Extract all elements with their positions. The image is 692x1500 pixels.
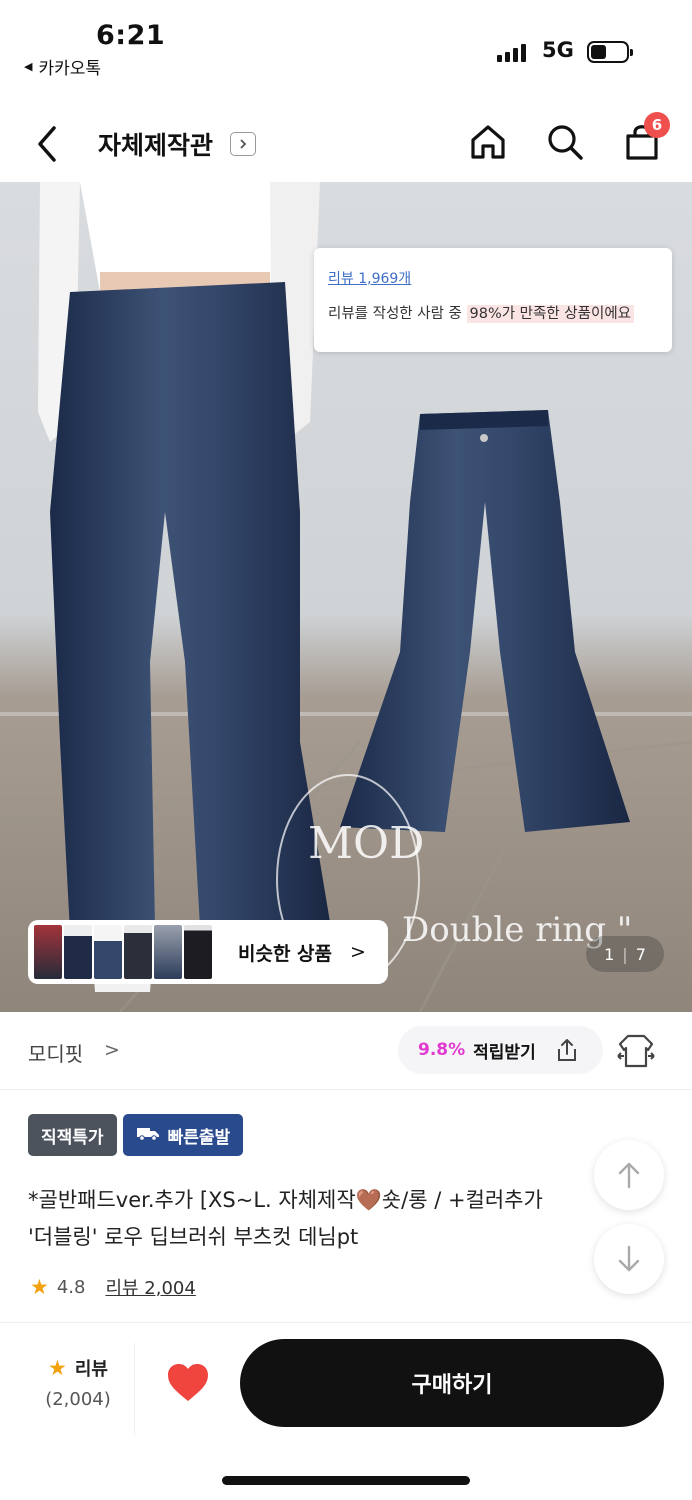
back-triangle-icon: ◀ (24, 60, 33, 73)
arrow-up-icon (618, 1162, 640, 1189)
similar-thumb (124, 925, 152, 979)
rating-row: ★ 4.8 리뷰 2,004 (30, 1274, 196, 1300)
fast-shipping-label: 빠른출발 (167, 1127, 231, 1148)
bottom-action-bar: ★ 리뷰 (2,004) 구매하기 (0, 1322, 692, 1500)
brand-chevron-icon[interactable]: > (104, 1039, 120, 1061)
back-app-label: 카카오톡 (38, 59, 102, 79)
network-label: 5G (542, 38, 574, 62)
arrow-down-icon (618, 1245, 640, 1272)
back-to-app-link[interactable]: ◀ 카카오톡 (24, 54, 101, 79)
similar-thumb (34, 925, 62, 979)
truck-icon (136, 1125, 160, 1146)
cart-count-badge: 6 (644, 112, 670, 138)
share-icon[interactable] (554, 1037, 580, 1063)
fit-icon[interactable] (616, 1032, 656, 1070)
divider (134, 1343, 135, 1435)
top-navigation: 자체제작관 (0, 104, 692, 182)
bottom-review-count: (2,004) (45, 1389, 111, 1410)
review-text-prefix: 리뷰를 작성한 사람 중 (328, 306, 462, 322)
similar-thumb (64, 925, 92, 979)
home-indicator (222, 1476, 470, 1485)
battery-level (591, 45, 607, 59)
star-icon: ★ (48, 1356, 67, 1380)
similar-chevron-icon: > (350, 941, 366, 963)
review-text-highlight: 98%가 만족한 상품이에요 (466, 305, 635, 323)
page-current: 1 (604, 944, 615, 964)
product-title: *골반패드ver.추가 [XS~L. 자체제작🤎숏/롱 / +컬러추가 '더블링… (28, 1182, 638, 1256)
product-badges: 직잭특가 빠른출발 (28, 1114, 244, 1156)
points-label: 적립받기 (473, 1042, 536, 1063)
shop-title-chevron-icon[interactable] (230, 132, 256, 156)
review-summary-card: 리뷰 1,969개 리뷰를 작성한 사람 중 98%가 만족한 상품이에요 (314, 248, 672, 352)
fast-shipping-badge: 빠른출발 (122, 1114, 244, 1156)
signal-icon (497, 44, 526, 62)
points-button[interactable]: 9.8% 적립받기 (398, 1026, 603, 1074)
back-arrow-icon[interactable] (30, 122, 66, 166)
status-bar: 6:21 ◀ 카카오톡 5G (0, 0, 692, 96)
product-image[interactable]: 리뷰 1,969개 리뷰를 작성한 사람 중 98%가 만족한 상품이에요 MO… (0, 182, 692, 1012)
scroll-down-button[interactable] (594, 1224, 664, 1294)
similar-products-button[interactable]: 비슷한 상품 > (28, 920, 388, 984)
similar-thumb (94, 925, 122, 979)
similar-products-label: 비슷한 상품 (238, 942, 333, 965)
brand-name[interactable]: 모디핏 (28, 1038, 83, 1067)
watermark-logo: MOD (308, 818, 425, 869)
bottom-review-label: 리뷰 (74, 1359, 108, 1380)
home-icon[interactable] (468, 122, 508, 162)
star-icon: ★ (30, 1275, 49, 1299)
rating-value: 4.8 (56, 1276, 86, 1298)
similar-thumb (184, 925, 212, 979)
product-title-line-2: '더블링' 로우 딥브러쉬 부츠컷 데님pt (28, 1225, 359, 1249)
page-total: 7 (635, 944, 646, 964)
product-title-line-1: *골반패드ver.추가 [XS~L. 자체제작🤎숏/롱 / +컬러추가 (28, 1188, 543, 1212)
status-time: 6:21 (96, 20, 166, 51)
bottom-review-button[interactable]: ★ 리뷰 (2,004) (30, 1355, 126, 1410)
heart-icon[interactable] (166, 1363, 210, 1403)
review-count-link[interactable]: 리뷰 2,004 (105, 1274, 195, 1300)
review-satisfaction-text: 리뷰를 작성한 사람 중 98%가 만족한 상품이에요 (328, 302, 658, 323)
points-percent: 9.8% (418, 1040, 466, 1060)
battery-icon (587, 41, 633, 63)
buy-button[interactable]: 구매하기 (240, 1339, 664, 1427)
page-title[interactable]: 자체제작관 (98, 126, 213, 162)
review-count-link: 리뷰 1,969개 (328, 271, 412, 287)
image-page-indicator: 1 | 7 (586, 936, 664, 972)
scroll-up-button[interactable] (594, 1140, 664, 1210)
special-price-badge: 직잭특가 (28, 1114, 117, 1156)
search-icon[interactable] (545, 122, 585, 162)
similar-thumb (154, 925, 182, 979)
brand-row: 모디핏 > 9.8% 적립받기 (0, 1012, 692, 1090)
